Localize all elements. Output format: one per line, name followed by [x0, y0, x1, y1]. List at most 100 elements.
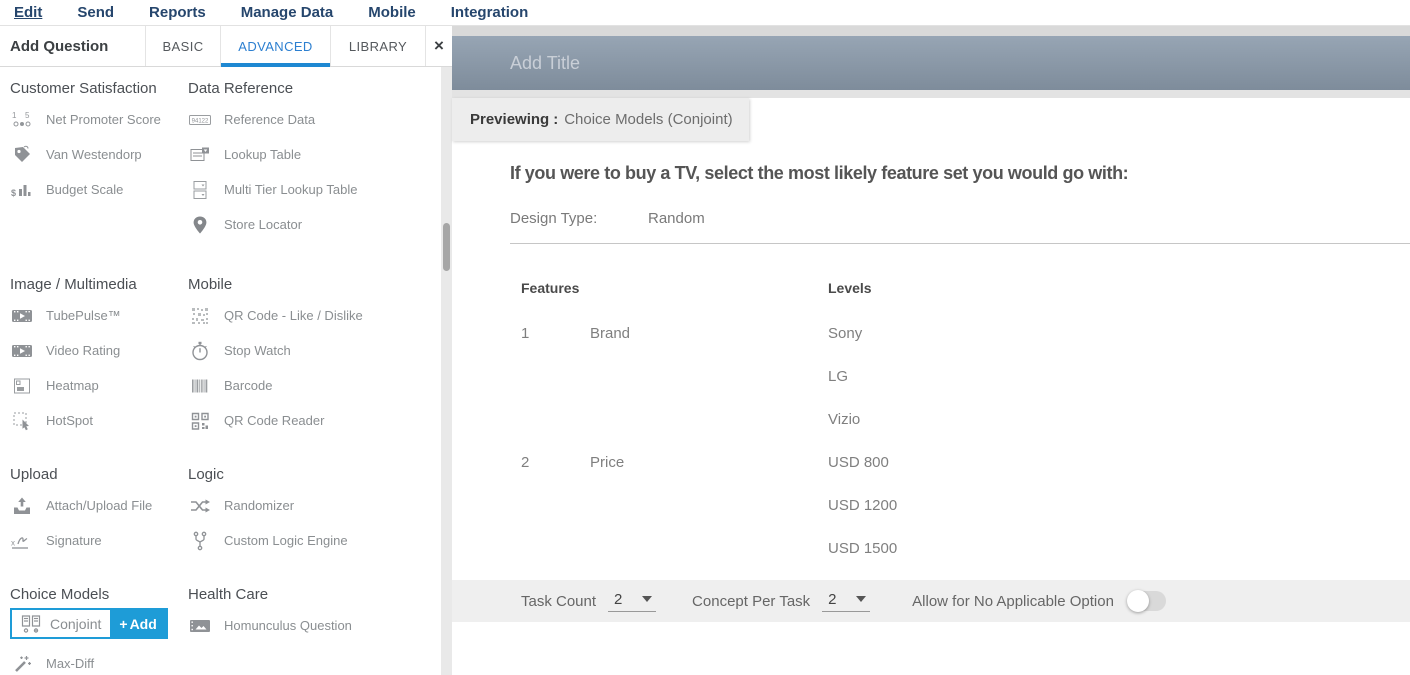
svg-text:94122: 94122 [192, 118, 209, 124]
nav-item-mobile[interactable]: Mobile [368, 4, 416, 21]
question-type-video-rating[interactable]: Video Rating [10, 333, 188, 368]
question-type-signature[interactable]: x Signature [10, 523, 188, 558]
hotspot-cursor-icon [10, 411, 34, 431]
question-type-label: Conjoint [50, 616, 101, 632]
question-type-label: QR Code - Like / Dislike [224, 308, 363, 323]
title-placeholder: Add Title [510, 53, 580, 74]
question-type-label: Budget Scale [46, 182, 123, 197]
question-text: If you were to buy a TV, select the most… [510, 163, 1410, 184]
video-film-icon [10, 306, 34, 326]
section-mobile: Mobile QR Code - Like / Dislike Stop Wat… [188, 263, 452, 453]
panel-scrollbar[interactable] [441, 67, 452, 675]
level-value: LG [828, 355, 862, 398]
question-type-label: Custom Logic Engine [224, 533, 348, 548]
question-type-label: TubePulse™ [46, 308, 121, 323]
feature-number: 2 [521, 441, 590, 570]
fork-icon [188, 531, 212, 551]
stopwatch-icon [188, 341, 212, 361]
question-type-budget-scale[interactable]: $ Budget Scale [10, 172, 188, 207]
question-type-label: Lookup Table [224, 147, 301, 162]
toggle-knob [1127, 590, 1149, 612]
section-choice-models: Choice Models Conjoint +Add [10, 573, 188, 675]
question-type-homunculus-question[interactable]: Homunculus Question [188, 608, 452, 643]
task-count-dropdown[interactable]: 2 [608, 591, 656, 612]
section-health-care: Health Care Homunculus Question [188, 573, 452, 675]
question-type-qr-like-dislike[interactable]: QR Code - Like / Dislike [188, 298, 452, 333]
question-type-hotspot[interactable]: HotSpot [10, 403, 188, 438]
conjoint-add-button[interactable]: +Add [110, 610, 165, 637]
add-question-panel: Add Question BASIC ADVANCED LIBRARY × Cu… [0, 26, 452, 675]
lookup-table-icon [188, 145, 212, 165]
question-type-van-westendorp[interactable]: Van Westendorp [10, 137, 188, 172]
question-type-qr-code-reader[interactable]: QR Code Reader [188, 403, 452, 438]
multi-tier-lookup-icon [188, 180, 212, 200]
previewing-badge: Previewing : Choice Models (Conjoint) [452, 98, 749, 141]
question-type-multi-tier-lookup-table[interactable]: Multi Tier Lookup Table [188, 172, 452, 207]
question-title-input[interactable]: Add Title [452, 36, 1410, 90]
nav-item-send[interactable]: Send [77, 4, 114, 21]
design-type-label: Design Type: [510, 210, 648, 227]
question-type-label: Signature [46, 533, 102, 548]
svg-text:1: 1 [12, 111, 17, 120]
question-type-lookup-table[interactable]: Lookup Table [188, 137, 452, 172]
concept-per-task-value: 2 [828, 591, 836, 608]
question-type-conjoint[interactable]: Conjoint +Add [10, 608, 168, 639]
question-type-heatmap[interactable]: Heatmap [10, 368, 188, 403]
nav-item-integration[interactable]: Integration [451, 4, 529, 21]
question-type-max-diff[interactable]: Max-Diff [10, 646, 188, 675]
preview-area: Add Title Previewing : Choice Models (Co… [452, 26, 1410, 675]
section-image-multimedia: Image / Multimedia TubePulse™ Video Rati… [10, 263, 188, 453]
nav-item-edit[interactable]: Edit [14, 4, 42, 21]
features-levels-table: Features Levels 1 Brand Sony LG Vizio 2 … [521, 278, 1410, 570]
task-count-value: 2 [614, 591, 622, 608]
close-icon[interactable]: × [425, 26, 452, 66]
add-button-label: Add [130, 616, 157, 632]
question-type-reference-data[interactable]: 94122 Reference Data [188, 102, 452, 137]
level-value: Sony [828, 312, 862, 355]
levels-header: Levels [828, 278, 872, 298]
question-type-attach-upload-file[interactable]: Attach/Upload File [10, 488, 188, 523]
question-type-store-locator[interactable]: Store Locator [188, 207, 452, 242]
concept-per-task-dropdown[interactable]: 2 [822, 591, 870, 612]
tab-basic[interactable]: BASIC [145, 26, 220, 66]
question-type-barcode[interactable]: Barcode [188, 368, 452, 403]
section-title: Data Reference [188, 80, 452, 97]
tab-library[interactable]: LIBRARY [330, 26, 425, 66]
question-type-label: Net Promoter Score [46, 112, 161, 127]
features-header: Features [521, 278, 828, 298]
table-header-row: Features Levels [521, 278, 1410, 298]
qr-code-icon [188, 306, 212, 326]
tab-advanced[interactable]: ADVANCED [220, 26, 330, 66]
panel-scrollbar-thumb[interactable] [443, 223, 450, 271]
level-value: USD 1200 [828, 484, 897, 527]
chevron-down-icon [642, 596, 652, 602]
map-pin-icon [188, 215, 212, 235]
level-value: USD 1500 [828, 527, 897, 570]
concept-per-task-label: Concept Per Task [692, 593, 810, 610]
nav-item-reports[interactable]: Reports [149, 4, 206, 21]
question-type-net-promoter-score[interactable]: 15 Net Promoter Score [10, 102, 188, 137]
question-type-randomizer[interactable]: Randomizer [188, 488, 452, 523]
question-type-label: Max-Diff [46, 656, 94, 671]
feature-name: Price [590, 441, 828, 570]
svg-text:x: x [11, 538, 15, 547]
question-type-conjoint-row: Conjoint +Add [10, 608, 188, 639]
nav-item-manage-data[interactable]: Manage Data [241, 4, 334, 21]
homunculus-icon [188, 616, 212, 636]
task-count-label: Task Count [521, 593, 596, 610]
panel-tabbar: Add Question BASIC ADVANCED LIBRARY × [0, 26, 452, 67]
section-title: Customer Satisfaction [10, 80, 188, 97]
svg-text:$: $ [11, 188, 16, 198]
question-type-custom-logic-engine[interactable]: Custom Logic Engine [188, 523, 452, 558]
design-type-value: Random [648, 210, 705, 227]
question-type-label: Barcode [224, 378, 272, 393]
no-applicable-option-toggle[interactable] [1128, 591, 1166, 611]
section-upload: Upload Attach/Upload File x Signature [10, 453, 188, 573]
question-type-label: Attach/Upload File [46, 498, 152, 513]
table-row: 2 Price USD 800 USD 1200 USD 1500 [521, 441, 1410, 570]
magic-wand-icon [10, 654, 34, 674]
question-type-tubepulse[interactable]: TubePulse™ [10, 298, 188, 333]
question-type-label: Video Rating [46, 343, 120, 358]
question-type-stop-watch[interactable]: Stop Watch [188, 333, 452, 368]
section-divider [510, 243, 1410, 244]
